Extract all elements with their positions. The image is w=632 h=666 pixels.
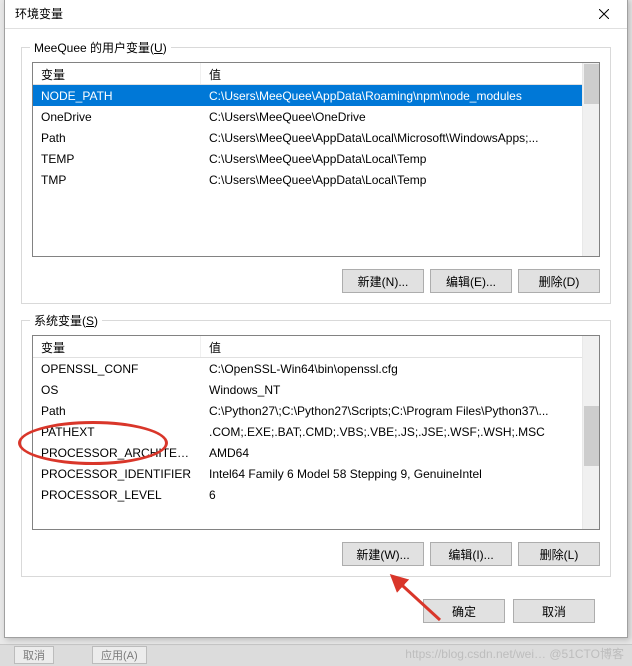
titlebar: 环境变量 <box>5 0 627 29</box>
dialog-content: MeeQuee 的用户变量(U) 变量 值 NODE_PATHC:\Users\… <box>5 29 627 635</box>
scrollbar[interactable] <box>582 63 599 256</box>
edit-sys-var-button[interactable]: 编辑(I)... <box>430 542 512 566</box>
user-vars-group: MeeQuee 的用户变量(U) 变量 值 NODE_PATHC:\Users\… <box>21 47 611 304</box>
bg-cancel-button: 取消 <box>14 646 54 664</box>
env-vars-dialog: 环境变量 MeeQuee 的用户变量(U) 变量 值 NODE_PATHC:\U… <box>4 0 628 638</box>
col-value[interactable]: 值 <box>201 336 599 357</box>
var-value: .COM;.EXE;.BAT;.CMD;.VBS;.VBE;.JS;.JSE;.… <box>201 423 599 441</box>
table-row[interactable]: OSWindows_NT <box>33 379 599 400</box>
table-row[interactable]: OPENSSL_CONFC:\OpenSSL-Win64\bin\openssl… <box>33 358 599 379</box>
var-name: PATHEXT <box>33 423 201 441</box>
var-value: C:\Users\MeeQuee\AppData\Local\Temp <box>201 150 599 168</box>
table-row[interactable]: PathC:\Python27\;C:\Python27\Scripts;C:\… <box>33 400 599 421</box>
var-value: C:\Users\MeeQuee\AppData\Roaming\npm\nod… <box>201 87 599 105</box>
var-name: PROCESSOR_LEVEL <box>33 486 201 504</box>
var-name: OneDrive <box>33 108 201 126</box>
system-vars-body: OPENSSL_CONFC:\OpenSSL-Win64\bin\openssl… <box>33 358 599 505</box>
table-row[interactable]: PATHEXT.COM;.EXE;.BAT;.CMD;.VBS;.VBE;.JS… <box>33 421 599 442</box>
ok-button[interactable]: 确定 <box>423 599 505 623</box>
bg-apply-button: 应用(A) <box>92 646 147 664</box>
col-value[interactable]: 值 <box>201 63 599 84</box>
var-value: 6 <box>201 486 599 504</box>
var-value: C:\OpenSSL-Win64\bin\openssl.cfg <box>201 360 599 378</box>
scrollbar-thumb[interactable] <box>584 406 599 466</box>
col-variable[interactable]: 变量 <box>33 336 201 357</box>
var-value: C:\Users\MeeQuee\AppData\Local\Microsoft… <box>201 129 599 147</box>
user-vars-table[interactable]: 变量 值 NODE_PATHC:\Users\MeeQuee\AppData\R… <box>32 62 600 257</box>
table-row[interactable]: OneDriveC:\Users\MeeQuee\OneDrive <box>33 106 599 127</box>
system-vars-label: 系统变量(S) <box>30 312 102 329</box>
var-value: AMD64 <box>201 444 599 462</box>
delete-user-var-button[interactable]: 删除(D) <box>518 269 600 293</box>
var-name: PROCESSOR_IDENTIFIER <box>33 465 201 483</box>
scrollbar-thumb[interactable] <box>584 64 599 104</box>
user-vars-label: MeeQuee 的用户变量(U) <box>30 39 171 56</box>
table-header: 变量 值 <box>33 63 599 85</box>
var-value: C:\Users\MeeQuee\OneDrive <box>201 108 599 126</box>
close-icon <box>599 9 609 19</box>
table-row[interactable]: PROCESSOR_LEVEL6 <box>33 484 599 505</box>
var-name: NODE_PATH <box>33 87 201 105</box>
var-value: C:\Python27\;C:\Python27\Scripts;C:\Prog… <box>201 402 599 420</box>
var-value: C:\Users\MeeQuee\AppData\Local\Temp <box>201 171 599 189</box>
dialog-title: 环境变量 <box>15 5 63 22</box>
new-user-var-button[interactable]: 新建(N)... <box>342 269 424 293</box>
scrollbar[interactable] <box>582 336 599 529</box>
system-button-row: 新建(W)... 编辑(I)... 删除(L) <box>32 542 600 566</box>
var-name: TEMP <box>33 150 201 168</box>
table-row[interactable]: PathC:\Users\MeeQuee\AppData\Local\Micro… <box>33 127 599 148</box>
system-vars-group: 系统变量(S) 变量 值 OPENSSL_CONFC:\OpenSSL-Win6… <box>21 320 611 577</box>
var-name: Path <box>33 129 201 147</box>
user-vars-body: NODE_PATHC:\Users\MeeQuee\AppData\Roamin… <box>33 85 599 190</box>
user-button-row: 新建(N)... 编辑(E)... 删除(D) <box>32 269 600 293</box>
dialog-buttons: 确定 取消 <box>21 593 611 623</box>
table-header: 变量 值 <box>33 336 599 358</box>
table-row[interactable]: NODE_PATHC:\Users\MeeQuee\AppData\Roamin… <box>33 85 599 106</box>
table-row[interactable]: TEMPC:\Users\MeeQuee\AppData\Local\Temp <box>33 148 599 169</box>
var-name: Path <box>33 402 201 420</box>
close-button[interactable] <box>581 0 627 29</box>
cancel-button[interactable]: 取消 <box>513 599 595 623</box>
table-row[interactable]: PROCESSOR_ARCHITECT...AMD64 <box>33 442 599 463</box>
delete-sys-var-button[interactable]: 删除(L) <box>518 542 600 566</box>
edit-user-var-button[interactable]: 编辑(E)... <box>430 269 512 293</box>
var-value: Intel64 Family 6 Model 58 Stepping 9, Ge… <box>201 465 599 483</box>
table-row[interactable]: TMPC:\Users\MeeQuee\AppData\Local\Temp <box>33 169 599 190</box>
var-name: PROCESSOR_ARCHITECT... <box>33 444 201 462</box>
system-vars-table[interactable]: 变量 值 OPENSSL_CONFC:\OpenSSL-Win64\bin\op… <box>32 335 600 530</box>
table-row[interactable]: PROCESSOR_IDENTIFIERIntel64 Family 6 Mod… <box>33 463 599 484</box>
col-variable[interactable]: 变量 <box>33 63 201 84</box>
var-name: OPENSSL_CONF <box>33 360 201 378</box>
var-name: OS <box>33 381 201 399</box>
new-sys-var-button[interactable]: 新建(W)... <box>342 542 424 566</box>
var-value: Windows_NT <box>201 381 599 399</box>
var-name: TMP <box>33 171 201 189</box>
